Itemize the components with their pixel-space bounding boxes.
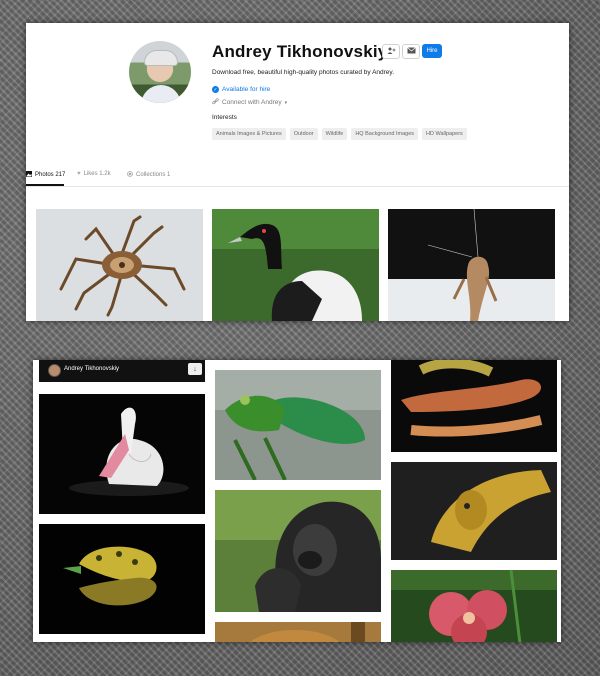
active-tab-indicator [26, 184, 64, 186]
heart-icon: ♥ [77, 171, 81, 177]
check-circle-icon: ✓ [212, 86, 219, 93]
photo-gecko-reflection[interactable] [39, 524, 205, 634]
tab-likes[interactable]: ♥ Likes 1.2k [77, 171, 111, 177]
photographer-name[interactable]: Andrey Tikhonovskiy [64, 366, 119, 372]
download-button[interactable]: ↓ [188, 363, 202, 375]
image-icon [26, 171, 32, 179]
cap-shape [144, 50, 178, 66]
hire-button[interactable]: Hire [422, 44, 442, 58]
tab-likes-label: Likes 1.2k [83, 171, 111, 177]
follow-button[interactable] [382, 44, 400, 59]
connect-label: Connect with Andrey [222, 99, 282, 106]
interest-tag[interactable]: Outdoor [289, 128, 318, 140]
link-icon [212, 98, 219, 107]
availability-label: Available for hire [222, 86, 271, 93]
photo-mantis[interactable] [388, 209, 555, 321]
chevron-down-icon: ▾ [284, 99, 288, 106]
photo-gecko-branch[interactable] [391, 360, 557, 452]
interest-tag[interactable]: HQ Background Images [351, 128, 419, 140]
tab-collections[interactable]: Collections 1 [127, 171, 170, 179]
profile-tabs: Photos 217 ♥ Likes 1.2k Collections 1 [26, 168, 569, 187]
interest-tag[interactable]: Wildlife [321, 128, 348, 140]
interests-label: Interests [212, 114, 237, 121]
availability-link[interactable]: ✓ Available for hire [212, 86, 270, 93]
photo-spider[interactable] [36, 209, 203, 321]
interest-tags: Animals Images & Pictures Outdoor Wildli… [212, 128, 467, 140]
interest-tag[interactable]: Animals Images & Pictures [212, 128, 286, 140]
tab-photos-label: Photos 217 [35, 172, 66, 178]
photo-flower[interactable] [391, 570, 557, 642]
avatar[interactable] [48, 364, 61, 377]
person-plus-icon [387, 47, 396, 56]
tab-collections-label: Collections 1 [136, 172, 171, 178]
photo-gorilla[interactable] [215, 490, 381, 612]
photo-grid-panel: Andrey Tikhonovskiy ↓ [33, 360, 561, 642]
profile-panel: Andrey Tikhonovskiy Hire Download free, … [26, 23, 569, 321]
photo-mantis-green[interactable] [215, 370, 381, 480]
photo-pelican[interactable] [39, 394, 205, 514]
tab-photos[interactable]: Photos 217 [26, 171, 65, 179]
profile-bio: Download free, beautiful high-quality ph… [212, 69, 394, 76]
interest-tag[interactable]: HD Wallpapers [422, 128, 467, 140]
photo-card-header: Andrey Tikhonovskiy ↓ [39, 360, 205, 382]
message-button[interactable] [402, 44, 420, 59]
avatar[interactable] [129, 41, 191, 103]
connect-dropdown[interactable]: Connect with Andrey ▾ [212, 98, 287, 107]
mail-icon [406, 47, 416, 56]
photo-monkey[interactable] [215, 622, 381, 642]
photo-duck[interactable] [212, 209, 379, 321]
profile-name: Andrey Tikhonovskiy [212, 42, 388, 61]
collections-icon [127, 171, 133, 179]
shirt-shape [141, 85, 181, 103]
photo-snake-head[interactable] [391, 462, 557, 560]
download-icon: ↓ [193, 365, 197, 373]
